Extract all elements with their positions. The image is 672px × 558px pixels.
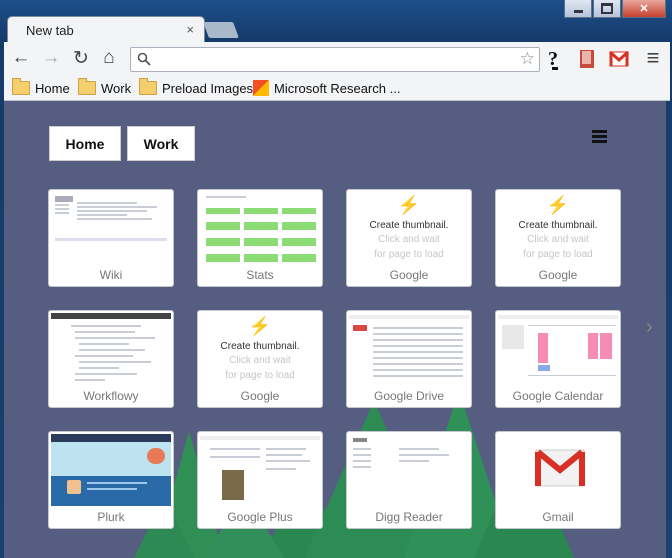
tile-google-drive[interactable]: Google Drive xyxy=(346,310,472,408)
reload-icon[interactable]: ↻ xyxy=(70,47,92,69)
omnibox-input[interactable] xyxy=(155,50,509,69)
close-window-button[interactable]: ✕ xyxy=(622,0,666,18)
bookmark-microsoft-research[interactable]: Microsoft Research ... xyxy=(253,79,400,97)
tile-google-3[interactable]: ⚡ Create thumbnail. Click and wait for p… xyxy=(197,310,323,408)
tab-home[interactable]: Home xyxy=(49,126,121,161)
tile-stats[interactable]: Stats xyxy=(197,189,323,287)
tile-label: Gmail xyxy=(542,510,574,524)
new-tab-page: Home Work › Wiki Stats ⚡ Create thumbnai… xyxy=(4,101,666,558)
thumbnail-google-calendar xyxy=(498,313,618,385)
new-tab-button[interactable] xyxy=(203,22,239,38)
create-thumbnail-prompt: ⚡ Create thumbnail. Click and wait for p… xyxy=(198,317,322,382)
back-icon[interactable]: ← xyxy=(10,47,32,69)
msr-icon xyxy=(253,80,269,96)
tile-label: Plurk xyxy=(97,510,125,524)
bookmark-label: Work xyxy=(101,80,132,96)
thumbnail-plurk xyxy=(51,434,171,506)
tile-label: Google Calendar xyxy=(512,389,604,403)
close-tab-icon[interactable]: × xyxy=(186,22,194,37)
window-controls: ✕ xyxy=(564,0,666,18)
tab-work[interactable]: Work xyxy=(127,126,195,161)
tile-label: Google Drive xyxy=(373,389,445,403)
lightning-icon: ⚡ xyxy=(397,195,421,215)
maximize-button[interactable] xyxy=(593,0,621,18)
browser-window: ✕ New tab × ← → ↻ ⌂ ☆ ? ≡ Home Work Prel… xyxy=(0,0,672,558)
tile-google-plus[interactable]: Google Plus xyxy=(197,431,323,529)
tile-gmail[interactable]: Gmail xyxy=(495,431,621,529)
tile-label: Digg Reader xyxy=(375,510,443,524)
search-icon xyxy=(137,52,151,66)
thumbnail-stats xyxy=(200,192,320,264)
bookmark-extension-icon[interactable] xyxy=(576,48,598,70)
folder-icon xyxy=(12,78,30,95)
thumbnail-workflowy xyxy=(51,313,171,385)
tile-label: Google Plus xyxy=(227,510,293,524)
bookmark-label: Home xyxy=(35,80,70,96)
tab-new-tab[interactable]: New tab × xyxy=(8,17,204,43)
tile-plurk[interactable]: Plurk xyxy=(48,431,174,529)
create-thumbnail-prompt: ⚡ Create thumbnail. Click and wait for p… xyxy=(496,196,620,261)
thumbnail-google-plus xyxy=(200,434,320,506)
thumbnail-wiki xyxy=(51,192,171,264)
tile-workflowy[interactable]: Workflowy xyxy=(48,310,174,408)
tile-wiki[interactable]: Wiki xyxy=(48,189,174,287)
minimize-button[interactable] xyxy=(564,0,592,18)
thumbnail-google-drive xyxy=(349,313,469,385)
tile-label: Wiki xyxy=(99,268,123,282)
tile-google-2[interactable]: ⚡ Create thumbnail. Click and wait for p… xyxy=(495,189,621,287)
tile-label: Google xyxy=(538,268,578,282)
lightning-icon: ⚡ xyxy=(546,195,570,215)
create-thumbnail-prompt: ⚡ Create thumbnail. Click and wait for p… xyxy=(347,196,471,261)
chrome-menu-icon[interactable]: ≡ xyxy=(642,45,664,70)
bookmark-home[interactable]: Home xyxy=(12,78,70,97)
tile-label: Google xyxy=(240,389,280,403)
tile-google-1[interactable]: ⚡ Create thumbnail. Click and wait for p… xyxy=(346,189,472,287)
gmail-logo-icon xyxy=(535,449,585,487)
forward-icon[interactable]: → xyxy=(40,47,62,69)
bookmark-star-icon[interactable]: ☆ xyxy=(520,49,535,69)
bookmarks-bar: Home Work Preload Images Microsoft Resea… xyxy=(4,76,670,101)
folder-icon xyxy=(139,78,157,95)
bookmark-label: Preload Images xyxy=(162,80,254,96)
help-extension-icon[interactable]: ? xyxy=(544,48,566,70)
bookmark-label: Microsoft Research ... xyxy=(274,80,401,96)
chevron-right-icon[interactable]: › xyxy=(646,316,653,339)
omnibox[interactable]: ☆ xyxy=(130,47,540,72)
svg-text:?: ? xyxy=(548,48,558,70)
thumbnail-digg-reader xyxy=(349,434,469,506)
bookmark-work[interactable]: Work xyxy=(78,78,132,97)
toolbar: ← → ↻ ⌂ ☆ ? ≡ xyxy=(4,42,670,76)
tile-label: Stats xyxy=(246,268,274,282)
tab-title: New tab xyxy=(26,23,74,38)
tile-google-calendar[interactable]: Google Calendar xyxy=(495,310,621,408)
tile-label: Workflowy xyxy=(83,389,139,403)
lightning-icon: ⚡ xyxy=(248,316,272,336)
thumbnail-gmail xyxy=(498,434,618,506)
tile-label: Google xyxy=(389,268,429,282)
gmail-extension-icon[interactable] xyxy=(608,48,630,70)
bookmark-preload-images[interactable]: Preload Images xyxy=(139,78,254,97)
tile-digg-reader[interactable]: Digg Reader xyxy=(346,431,472,529)
hamburger-menu-icon[interactable] xyxy=(592,130,607,145)
home-icon[interactable]: ⌂ xyxy=(98,47,120,69)
folder-icon xyxy=(78,78,96,95)
